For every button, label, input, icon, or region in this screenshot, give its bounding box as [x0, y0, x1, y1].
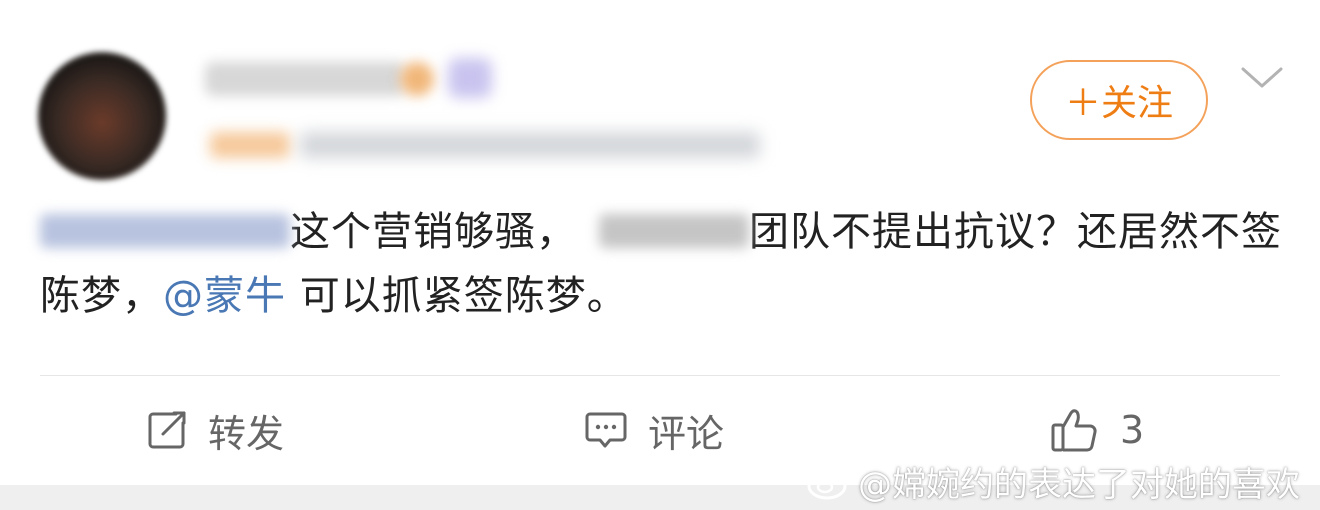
verified-badge-icon [400, 62, 434, 96]
comment-icon [585, 412, 627, 448]
post-card: ＋关注 这个营销够骚， 团队不提出抗议？还居然不签陈梦，@蒙牛 可以抓紧签陈梦。 … [0, 0, 1320, 485]
post-text: 这个营销够骚， 团队不提出抗议？还居然不签陈梦，@蒙牛 可以抓紧签陈梦。 [40, 200, 1290, 328]
repost-button[interactable]: 转发 [146, 400, 284, 460]
divider [40, 375, 1280, 376]
like-button[interactable]: 3 [1050, 400, 1144, 460]
comment-label: 评论 [648, 411, 725, 456]
chevron-down-icon[interactable] [1240, 66, 1284, 90]
post-text-part3: 可以抓紧签陈梦。 [286, 273, 628, 319]
watermark: @嫦婉约的表达了对她的喜欢 [806, 456, 1300, 506]
repost-icon [148, 411, 186, 449]
redacted-text [599, 214, 749, 248]
avatar[interactable] [38, 52, 166, 180]
redacted-text [40, 214, 290, 248]
username-redacted[interactable] [205, 62, 405, 96]
comment-button[interactable]: 评论 [584, 400, 724, 460]
follow-button[interactable]: ＋关注 [1030, 60, 1208, 140]
member-badge-icon [448, 58, 492, 98]
post-meta-redacted [300, 132, 760, 158]
repost-label: 转发 [208, 411, 285, 456]
thumbs-up-icon [1051, 409, 1097, 452]
level-badge-redacted [210, 132, 290, 158]
mention-link[interactable]: @蒙牛 [163, 273, 286, 319]
weibo-logo-icon [807, 465, 853, 500]
watermark-text: @嫦婉约的表达了对她的喜欢 [858, 464, 1300, 505]
like-count: 3 [1120, 408, 1145, 452]
post-text-part1: 这个营销够骚， [290, 209, 577, 255]
